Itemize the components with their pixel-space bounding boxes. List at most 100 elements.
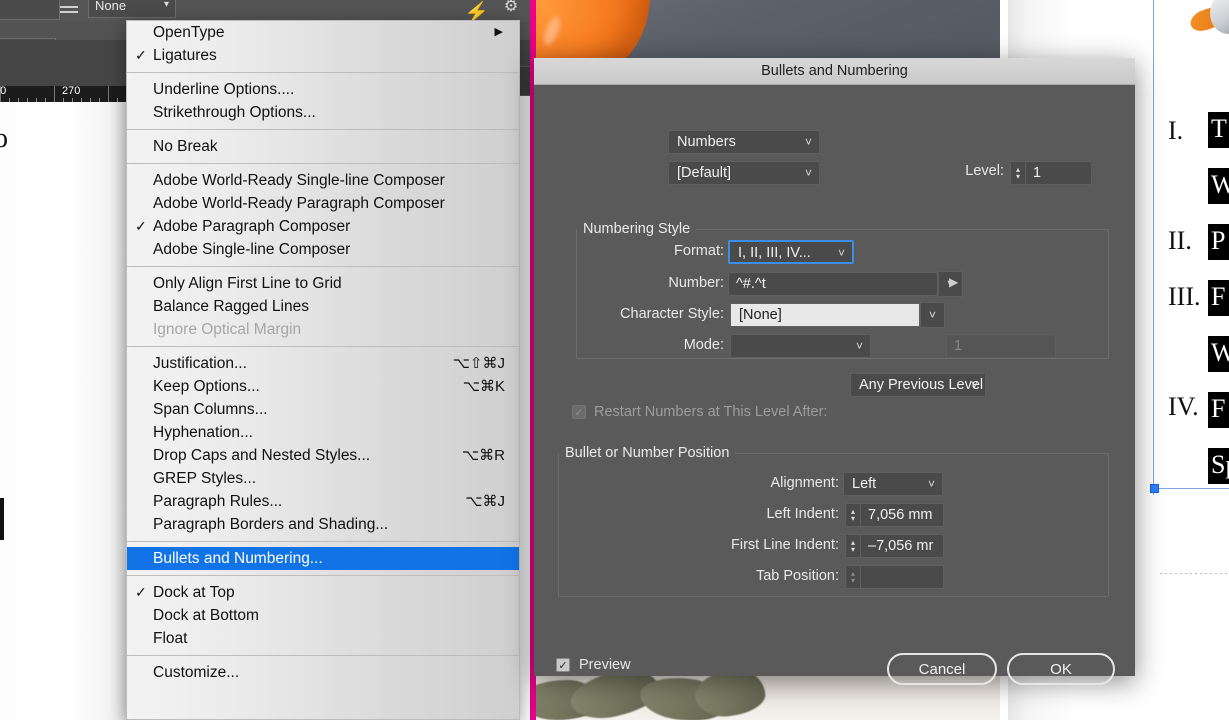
restart-numbers-row[interactable]: ✓ Restart Numbers at This Level After: [572, 404, 827, 420]
alignment-value: Left [852, 476, 877, 492]
menu-item-bullets-and-numbering[interactable]: Bullets and Numbering... [127, 547, 519, 570]
menu-item-paragraph-rules[interactable]: Paragraph Rules... ⌥⌘J [127, 490, 519, 513]
menu-item-label: Float [153, 630, 188, 647]
menu-item-label: Balance Ragged Lines [153, 298, 309, 315]
menu-item-keep-options[interactable]: Keep Options... ⌥⌘K [127, 375, 519, 398]
chevron-down-icon[interactable]: ˅ [920, 302, 945, 328]
ruler-tick [45, 98, 46, 102]
insert-special-character-icon[interactable]: ▶ [949, 275, 958, 289]
menu-item-balance-ragged-lines[interactable]: Balance Ragged Lines [127, 295, 519, 318]
level-stepper[interactable]: ▴ ▾ [1010, 161, 1025, 185]
restart-numbers-checkbox[interactable]: ✓ [572, 405, 586, 419]
character-style-label: Character Style: [620, 306, 724, 322]
submenu-arrow-icon: ▶ [494, 26, 503, 38]
number-combo[interactable]: ^#.^t ˅ [728, 271, 963, 297]
ruler-tick [27, 98, 28, 102]
menu-separator [127, 72, 519, 73]
menu-item-opentype[interactable]: OpenType ▶ [127, 21, 519, 44]
number-input[interactable]: ^#.^t [728, 272, 938, 296]
ok-button[interactable]: OK [1007, 653, 1115, 685]
left-indent-control[interactable]: ▴ ▾ 7,056 mm [845, 503, 944, 527]
toolbar-field-a[interactable] [0, 0, 60, 20]
menu-item-underline-options[interactable]: Underline Options.... [127, 78, 519, 101]
menu-item-drop-caps-and-nested-styles[interactable]: Drop Caps and Nested Styles... ⌥⌘R [127, 444, 519, 467]
menu-item-float[interactable]: Float [127, 627, 519, 650]
menu-item-justification[interactable]: Justification... ⌥⇧⌘J [127, 352, 519, 375]
document-glyph-bar [0, 498, 4, 540]
align-icon[interactable] [60, 1, 88, 17]
menu-item-shortcut: ⌥⌘K [462, 378, 505, 395]
text-frame-handle[interactable] [1150, 484, 1159, 493]
number-label: Number: [668, 275, 724, 291]
menu-item-adobe-single-line-composer[interactable]: Adobe Single-line Composer [127, 238, 519, 261]
bullet-position-legend: Bullet or Number Position [565, 445, 730, 461]
menu-item-label: Drop Caps and Nested Styles... [153, 447, 371, 464]
menu-item-adobe-world-ready-single-line-composer[interactable]: Adobe World-Ready Single-line Composer [127, 169, 519, 192]
level-input[interactable]: 1 [1025, 161, 1092, 185]
menu-item-dock-at-bottom[interactable]: Dock at Bottom [127, 604, 519, 627]
menu-item-adobe-paragraph-composer[interactable]: ✓ Adobe Paragraph Composer [127, 215, 519, 238]
mode-number-input: 1 [946, 334, 1056, 358]
menu-separator [127, 541, 519, 542]
menu-item-label: Ligatures [153, 47, 217, 64]
check-icon: ✓ [135, 584, 147, 600]
list-number: I. [1168, 116, 1184, 145]
preview-checkbox[interactable]: ✓ [556, 658, 570, 672]
character-style-value[interactable]: [None] [730, 303, 920, 327]
ruler-tick [18, 98, 19, 102]
menu-item-strikethrough-options[interactable]: Strikethrough Options... [127, 101, 519, 124]
control-panel-row-1: None ▾ ⚡ ⚙ [0, 0, 530, 24]
menu-item-ligatures[interactable]: ✓ Ligatures [127, 44, 519, 67]
menu-item-label: Paragraph Borders and Shading... [153, 516, 389, 533]
menu-item-dock-at-top[interactable]: ✓ Dock at Top [127, 581, 519, 604]
ruler-tick [108, 85, 109, 102]
menu-item-hyphenation[interactable]: Hyphenation... [127, 421, 519, 444]
menu-item-paragraph-borders-and-shading[interactable]: Paragraph Borders and Shading... [127, 513, 519, 536]
format-select[interactable]: I, II, III, IV... ˅ [728, 240, 854, 264]
menu-item-shortcut: ⌥⌘R [461, 447, 505, 464]
left-indent-stepper[interactable]: ▴ ▾ [845, 503, 860, 527]
document-glyph: o [0, 123, 8, 154]
character-style-combo[interactable]: [None] ˅ [730, 302, 945, 328]
level-control[interactable]: ▴ ▾ 1 [1010, 161, 1092, 185]
tab-position-input[interactable] [860, 565, 944, 589]
paragraph-style-value: None [95, 0, 127, 13]
first-line-indent-control[interactable]: ▴ ▾ –7,056 mr [845, 534, 944, 558]
menu-item-adobe-world-ready-paragraph-composer[interactable]: Adobe World-Ready Paragraph Composer [127, 192, 519, 215]
bullets-and-numbering-dialog[interactable]: Bullets and Numbering List Type: Numbers… [534, 58, 1135, 685]
first-line-indent-input[interactable]: –7,056 mr [860, 534, 944, 558]
left-indent-input[interactable]: 7,056 mm [860, 503, 944, 527]
selected-text: F [1208, 392, 1229, 428]
menu-item-only-align-first-line-to-grid[interactable]: Only Align First Line to Grid [127, 272, 519, 295]
paragraph-panel-menu[interactable]: OpenType ▶ ✓ Ligatures Underline Options....… [126, 20, 520, 720]
menu-item-no-break[interactable]: No Break [127, 135, 519, 158]
menu-separator [127, 655, 519, 656]
horizontal-ruler[interactable]: 60 270 [0, 84, 126, 102]
list-select[interactable]: [Default] ˅ [668, 161, 820, 185]
preview-row[interactable]: ✓ Preview [556, 657, 631, 673]
chevron-down-icon: ˅ [855, 339, 863, 353]
menu-item-grep-styles[interactable]: GREP Styles... [127, 467, 519, 490]
ruler-tick [117, 98, 118, 102]
list-type-select[interactable]: Numbers ˅ [668, 130, 820, 154]
first-line-indent-stepper[interactable]: ▴ ▾ [845, 534, 860, 558]
menu-item-span-columns[interactable]: Span Columns... [127, 398, 519, 421]
ruler-tick [9, 98, 10, 102]
chevron-down-icon: ˅ [927, 477, 935, 491]
tab-position-stepper[interactable]: ▴ ▾ [845, 565, 860, 589]
ruler-tick [90, 98, 91, 102]
tab-position-control[interactable]: ▴ ▾ [845, 565, 944, 589]
dialog-body: List Type: Numbers ˅ List: [Default] ˅ L… [534, 85, 1135, 685]
restart-after-select[interactable]: Any Previous Level ˅ [850, 373, 986, 397]
menu-separator [127, 266, 519, 267]
menu-item-label: Customize... [153, 664, 240, 681]
list-number: III. [1168, 282, 1201, 311]
mode-select[interactable]: ˅ [730, 334, 871, 358]
cancel-button[interactable]: Cancel [887, 653, 997, 685]
alignment-select[interactable]: Left ˅ [843, 472, 943, 496]
selected-text: W [1208, 336, 1229, 372]
selected-text: Sp [1208, 448, 1229, 484]
menu-item-customize[interactable]: Customize... [127, 661, 519, 684]
gear-icon[interactable]: ⚙ [500, 0, 522, 18]
paragraph-style-select[interactable]: None ▾ [88, 0, 176, 18]
